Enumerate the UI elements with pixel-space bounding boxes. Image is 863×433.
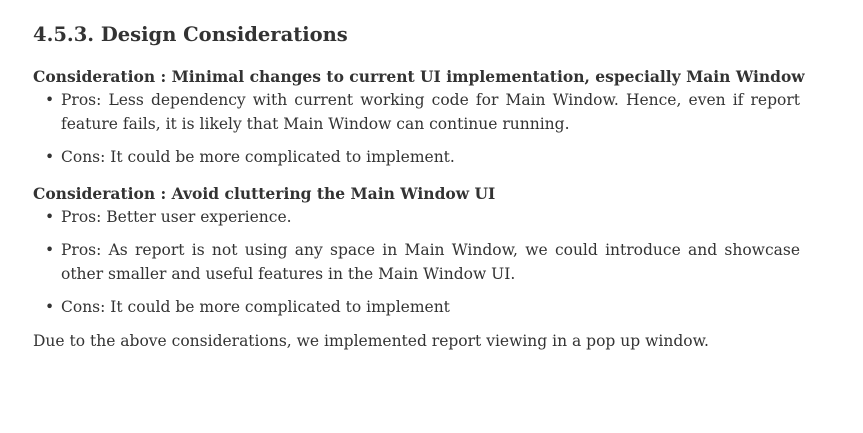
- list-item-text: Cons: It could be more complicated to im…: [61, 148, 455, 166]
- consideration-2-list: • Pros: Better user experience. • Pros: …: [33, 205, 830, 319]
- section-heading: 4.5.3. Design Considerations: [33, 23, 348, 46]
- list-item: • Pros: As report is not using any space…: [45, 238, 800, 286]
- list-item: • Cons: It could be more complicated to …: [45, 295, 800, 319]
- conclusion-paragraph: Due to the above considerations, we impl…: [33, 332, 709, 350]
- bullet-icon: •: [45, 298, 55, 316]
- consideration-title-1: Consideration : Minimal changes to curre…: [33, 67, 805, 86]
- list-item-text: Pros: Less dependency with current worki…: [61, 91, 800, 133]
- list-item: • Pros: Less dependency with current wor…: [45, 88, 800, 136]
- document-content: 4.5.3. Design Considerations Considerati…: [0, 0, 863, 353]
- list-item-text: Cons: It could be more complicated to im…: [61, 298, 450, 316]
- bullet-icon: •: [45, 148, 55, 166]
- consideration-1-list: • Pros: Less dependency with current wor…: [33, 88, 830, 169]
- list-item-text: Pros: As report is not using any space i…: [61, 241, 800, 283]
- list-item-text: Pros: Better user experience.: [61, 208, 292, 226]
- list-item: • Pros: Better user experience.: [45, 205, 800, 229]
- bullet-icon: •: [45, 241, 55, 259]
- list-item: • Cons: It could be more complicated to …: [45, 145, 800, 169]
- consideration-title-2: Consideration : Avoid cluttering the Mai…: [33, 184, 496, 203]
- bullet-icon: •: [45, 91, 55, 109]
- bullet-icon: •: [45, 208, 55, 226]
